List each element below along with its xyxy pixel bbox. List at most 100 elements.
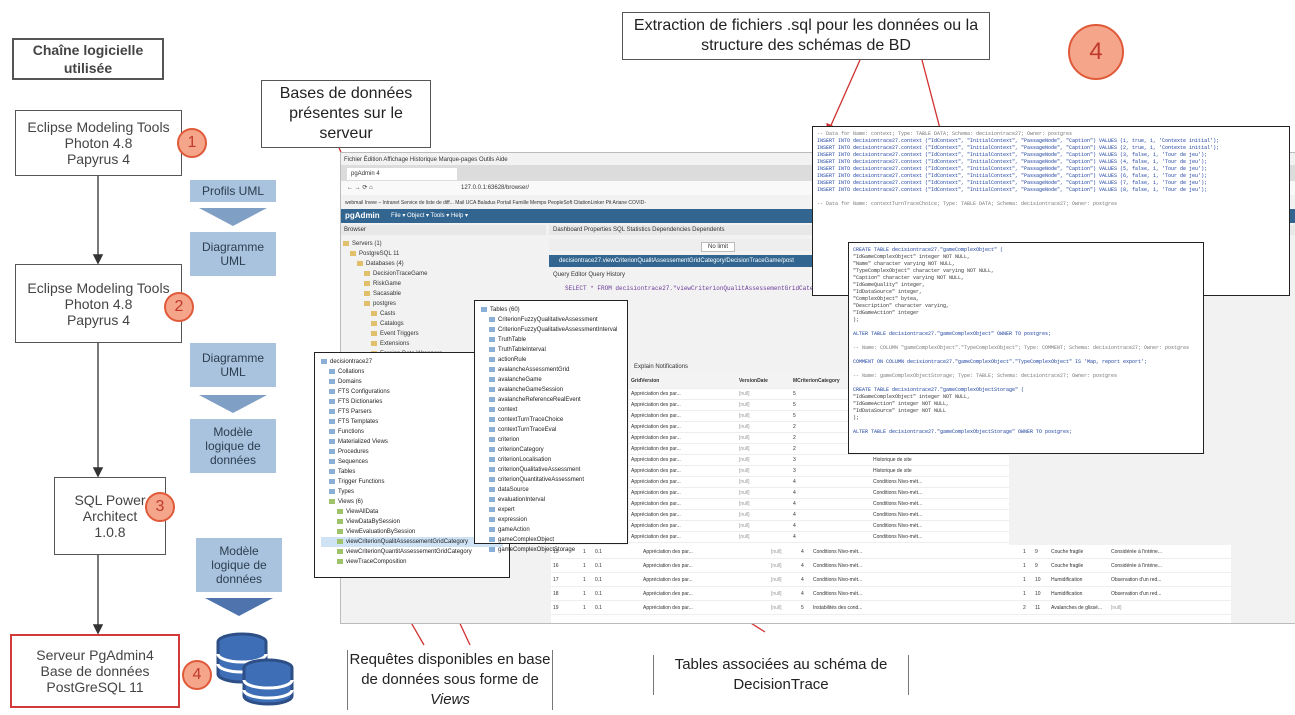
step-modele-logique: Modèle logique de données: [196, 538, 282, 616]
table-item[interactable]: criterion: [481, 435, 621, 445]
table-row[interactable]: Appréciation des par... [null] 4 Conditions…: [629, 499, 1009, 510]
callout-bases: Bases de données présentes sur le serveu…: [261, 80, 431, 148]
step3-arrow: [205, 598, 273, 616]
main-tabs-labels[interactable]: Dashboard Properties SQL Statistics Depe…: [553, 226, 725, 234]
grid-cell: Appréciation des par...: [631, 413, 681, 419]
table-item[interactable]: evaluationInterval: [481, 495, 621, 505]
view-icon: [337, 548, 343, 554]
table-item[interactable]: TruthTableInterval: [481, 345, 621, 355]
server-tree-item[interactable]: RiskGame: [343, 279, 543, 289]
grid-cell: 18: [553, 590, 559, 597]
grid-cell: Appréciation des par...: [631, 402, 681, 408]
browser-tab[interactable]: pgAdmin 4: [347, 168, 457, 180]
table-item[interactable]: CriterionFuzzyQualitativeAssessment: [481, 315, 621, 325]
step-profils-label: Profils UML: [190, 180, 276, 202]
table-label: CriterionFuzzyQualitativeAssessment: [498, 317, 598, 323]
grid-cell: Appréciation des par...: [643, 562, 693, 569]
table-item[interactable]: contextTurnTraceChoice: [481, 415, 621, 425]
table-row[interactable]: 15 1 0.1 Appréciation des par... [null] 4 Cond…: [551, 545, 1231, 559]
table-item[interactable]: avalancheGame: [481, 375, 621, 385]
sql-line: );: [853, 415, 860, 421]
table-item[interactable]: expert: [481, 505, 621, 515]
table-row[interactable]: Appréciation des par... [null] 4 Conditions…: [629, 510, 1009, 521]
view-item[interactable]: viewTraceComposition: [321, 557, 503, 567]
grid-cell: Considérée à l'inténe...: [1111, 548, 1162, 555]
nav-icons[interactable]: ← → ⟳ ⌂: [347, 184, 373, 192]
server-tree-item[interactable]: PostgreSQL 11: [343, 249, 543, 259]
query-tabs[interactable]: Query Editor Query History: [553, 271, 625, 279]
bottom-grid-body: 1 5 1 0.1 Appréciation des par... [null] 4 Cond…: [551, 545, 1231, 615]
grid-cell: 1: [583, 562, 586, 569]
grid-cell: [null]: [739, 446, 750, 452]
table-item[interactable]: gameComplexObject: [481, 535, 621, 545]
table-icon: [489, 316, 495, 322]
table-item[interactable]: contextTurnTraceEval: [481, 425, 621, 435]
view-item[interactable]: viewCriterionQuantitAssessementGridCateg…: [321, 547, 503, 557]
table-icon: [489, 406, 495, 412]
tables-folder[interactable]: Tables (60): [481, 305, 621, 315]
table-label: criterionLocalisation: [498, 457, 552, 463]
schema-tree-label: FTS Dictionaries: [338, 399, 383, 405]
folder-icon: [357, 260, 363, 266]
pgadmin-menu[interactable]: File ▾ Object ▾ Tools ▾ Help ▾: [391, 212, 468, 219]
caption-requetes-text: Requêtes disponibles en base de données …: [349, 651, 551, 688]
grid-cell: [null]: [771, 590, 782, 597]
table-item[interactable]: CriterionFuzzyQualitativeAssessmentInter…: [481, 325, 621, 335]
nolimit-select[interactable]: No limit: [701, 242, 736, 252]
table-item[interactable]: context: [481, 405, 621, 415]
sql-line: );: [853, 317, 860, 323]
table-row[interactable]: Appréciation des par... [null] 4 Conditions…: [629, 477, 1009, 488]
grid-cell: Appréciation des par...: [631, 391, 681, 397]
schema-object-icon: [329, 478, 335, 484]
table-row[interactable]: 16 1 0.1 Appréciation des par... [null] 4 Cond…: [551, 559, 1231, 573]
server-tree-item[interactable]: Servers (1): [343, 239, 543, 249]
table-item[interactable]: criterionLocalisation: [481, 455, 621, 465]
grid-cell: Appréciation des par...: [631, 424, 681, 430]
table-item[interactable]: criterionQualitativeAssessment: [481, 465, 621, 475]
output-tabs[interactable]: Explain Notifications: [634, 363, 688, 371]
schema-object-icon: [321, 358, 327, 364]
grid-cell: Appréciation des par...: [631, 457, 681, 463]
grid-cell: 4: [801, 576, 804, 583]
table-item[interactable]: expression: [481, 515, 621, 525]
grid-cell: Observation d'un red...: [1111, 590, 1162, 597]
table-item[interactable]: gameAction: [481, 525, 621, 535]
table-row[interactable]: Appréciation des par... [null] 4 Conditions…: [629, 521, 1009, 532]
grid-cell: Conditions Nivo-mét...: [873, 534, 923, 540]
table-row[interactable]: Appréciation des par... [null] 4 Conditions…: [629, 488, 1009, 499]
table-item[interactable]: actionRule: [481, 355, 621, 365]
table-row[interactable]: 19 1 0.1 Appréciation des par... [null] 5 Inst…: [551, 601, 1231, 615]
sql-line: INSERT INTO decisiontrace27.context ("Id…: [817, 138, 1220, 144]
table-row[interactable]: 18 1 0.1 Appréciation des par... [null] 4 Cond…: [551, 587, 1231, 601]
table-item[interactable]: criterionQuantitativeAssessment: [481, 475, 621, 485]
table-item[interactable]: avalancheGameSession: [481, 385, 621, 395]
table-label: criterion: [498, 437, 520, 443]
table-item[interactable]: avalancheAssessmentGrid: [481, 365, 621, 375]
table-item[interactable]: gameComplexObjectStorage: [481, 545, 621, 555]
table-item[interactable]: criterionCategory: [481, 445, 621, 455]
query-toolbar: No limit: [549, 239, 849, 252]
table-icon: [489, 356, 495, 362]
grid-cell: 10: [1035, 576, 1041, 583]
sql-line: CREATE TABLE decisiontrace27."gameComple…: [853, 247, 1004, 253]
server-tree-item[interactable]: Sacasable: [343, 289, 543, 299]
table-row[interactable]: 17 1 0.1 Appréciation des par... [null] 4 Cond…: [551, 573, 1231, 587]
table-row[interactable]: Appréciation des par... [null] 3 Historique…: [629, 455, 1009, 466]
table-row[interactable]: Appréciation des par... [null] 4 Conditions…: [629, 532, 1009, 543]
schema-tree-label: Materialized Views: [338, 439, 388, 445]
url-field[interactable]: 127.0.0.1:63628/browser/: [461, 184, 529, 192]
table-icon: [489, 346, 495, 352]
table-label: criterionQuantitativeAssessment: [498, 477, 585, 483]
grid-cell: Appréciation des par...: [643, 590, 693, 597]
table-row[interactable]: Appréciation des par... [null] 3 Historique…: [629, 466, 1009, 477]
grid-cell: [null]: [771, 562, 782, 569]
query-text[interactable]: SELECT * FROM decisiontrace27."viewCrite…: [565, 285, 831, 293]
grid-cell: 4: [793, 534, 796, 540]
server-tree-item[interactable]: DecisionTraceGame: [343, 269, 543, 279]
table-item[interactable]: dataSource: [481, 485, 621, 495]
table-item[interactable]: avalancheReferenceRealEvent: [481, 395, 621, 405]
table-item[interactable]: TruthTable: [481, 335, 621, 345]
step3-label: Modèle logique de données: [196, 538, 282, 592]
grid-cell: Couche fragile: [1051, 548, 1084, 555]
server-tree-item[interactable]: Databases (4): [343, 259, 543, 269]
